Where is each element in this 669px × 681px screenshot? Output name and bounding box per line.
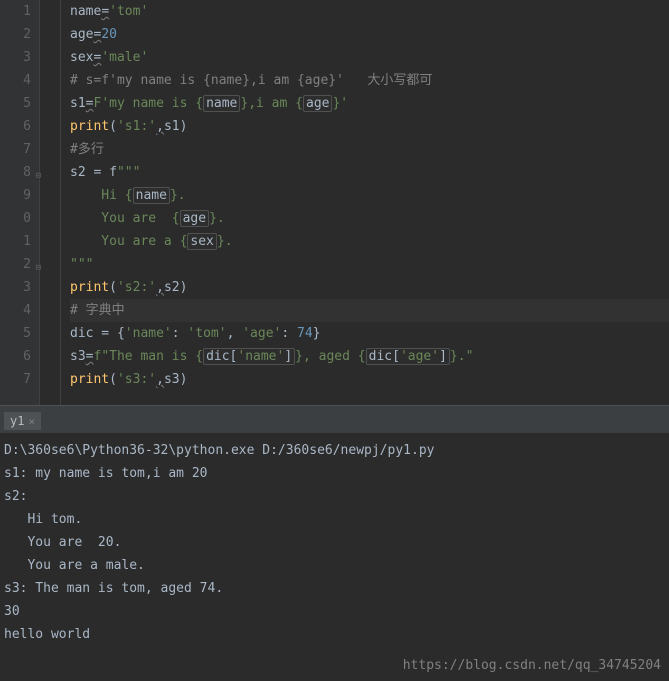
code-line[interactable]: # s=f'my name is {name},i am {age}' 大小写都…: [70, 69, 669, 92]
watermark: https://blog.csdn.net/qq_34745204: [403, 658, 661, 673]
code-line[interactable]: age=20: [70, 23, 669, 46]
code-line[interactable]: You are a {sex}.: [70, 230, 669, 253]
code-area[interactable]: name='tom' age=20 sex='male' # s=f'my na…: [40, 0, 669, 405]
line-num: 1: [0, 230, 31, 253]
code-line[interactable]: print('s1:',s1): [70, 115, 669, 138]
line-num: 0: [0, 207, 31, 230]
indent-guide: [60, 0, 61, 405]
line-num: 4: [0, 69, 31, 92]
line-num: 6: [0, 345, 31, 368]
line-num: 5: [0, 322, 31, 345]
code-line[interactable]: name='tom': [70, 0, 669, 23]
code-line[interactable]: s2 = f""": [70, 161, 669, 184]
line-num: 1: [0, 0, 31, 23]
code-line[interactable]: #多行: [70, 138, 669, 161]
line-num: 7: [0, 138, 31, 161]
code-line[interactable]: """: [70, 253, 669, 276]
line-num: 7: [0, 368, 31, 391]
line-num: 5: [0, 92, 31, 115]
console-line: hello world: [4, 623, 665, 646]
editor: 1 2 3 4 5 6 7 8⊟ 9 0 1 2⊟ 3 4 5 6 7 name…: [0, 0, 669, 405]
line-num: 2⊟: [0, 253, 31, 276]
console-line: You are 20.: [4, 531, 665, 554]
line-num: 9: [0, 184, 31, 207]
code-line[interactable]: # 字典中: [70, 299, 669, 322]
console-line: s1: my name is tom,i am 20: [4, 462, 665, 485]
code-line[interactable]: You are {age}.: [70, 207, 669, 230]
line-num: 2: [0, 23, 31, 46]
line-num: 6: [0, 115, 31, 138]
line-gutter: 1 2 3 4 5 6 7 8⊟ 9 0 1 2⊟ 3 4 5 6 7: [0, 0, 40, 405]
code-line[interactable]: s1=F'my name is {name},i am {age}': [70, 92, 669, 115]
line-num: 3: [0, 276, 31, 299]
line-num: 8⊟: [0, 161, 31, 184]
code-line[interactable]: s3=f"The man is {dic['name']}, aged {dic…: [70, 345, 669, 368]
console-tab-bar: y1 ×: [0, 409, 669, 433]
code-line[interactable]: print('s2:',s2): [70, 276, 669, 299]
console-line: s3: The man is tom, aged 74.: [4, 577, 665, 600]
code-line[interactable]: Hi {name}.: [70, 184, 669, 207]
console-output[interactable]: D:\360se6\Python36-32\python.exe D:/360s…: [0, 433, 669, 681]
close-icon[interactable]: ×: [28, 415, 35, 428]
tab-label: y1: [10, 414, 24, 428]
run-tab[interactable]: y1 ×: [4, 412, 41, 430]
code-line[interactable]: print('s3:',s3): [70, 368, 669, 391]
console-line: 30: [4, 600, 665, 623]
code-line[interactable]: sex='male': [70, 46, 669, 69]
line-num: 3: [0, 46, 31, 69]
console-line: Hi tom.: [4, 508, 665, 531]
console-line: You are a male.: [4, 554, 665, 577]
console-line: D:\360se6\Python36-32\python.exe D:/360s…: [4, 439, 665, 462]
code-line[interactable]: dic = {'name': 'tom', 'age': 74}: [70, 322, 669, 345]
line-num: 4: [0, 299, 31, 322]
console-line: s2:: [4, 485, 665, 508]
